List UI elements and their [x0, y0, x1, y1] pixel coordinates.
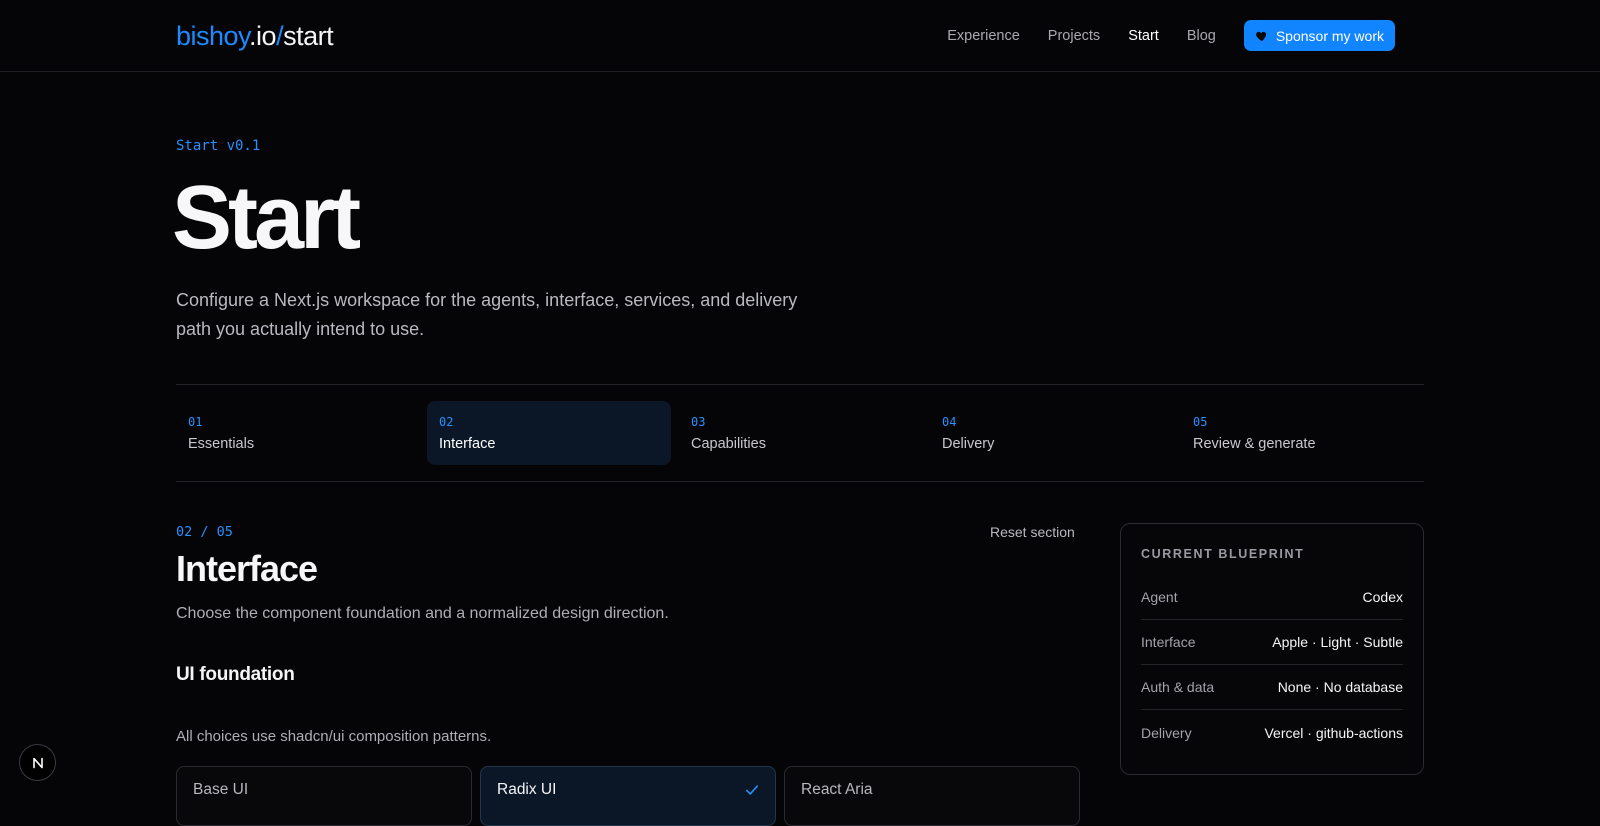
- option-label: Radix UI: [497, 781, 557, 798]
- ui-foundation-heading: UI foundation: [176, 664, 295, 685]
- nav-link-experience[interactable]: Experience: [947, 28, 1020, 44]
- step-number: 03: [691, 415, 706, 429]
- step-label: Essentials: [188, 436, 255, 452]
- nav-link-projects[interactable]: Projects: [1048, 28, 1100, 44]
- blueprint-key: Agent: [1141, 589, 1178, 605]
- logo-tld: .io: [249, 21, 277, 51]
- top-navigation-bar: bishoy.io/start Experience Projects Star…: [0, 0, 1600, 72]
- page-title: Start: [172, 168, 361, 268]
- blueprint-key: Delivery: [1141, 724, 1192, 741]
- blueprint-row-interface: Interface Apple · Light · Subtle: [1141, 620, 1403, 665]
- step-review-generate[interactable]: 05 Review & generate: [1181, 401, 1425, 465]
- blueprint-value: Codex: [1362, 589, 1403, 605]
- version-eyebrow: Start v0.1: [176, 138, 261, 154]
- nextjs-dev-badge[interactable]: [19, 744, 56, 781]
- sponsor-label: Sponsor my work: [1275, 27, 1384, 44]
- step-essentials[interactable]: 01 Essentials: [176, 401, 420, 465]
- site-logo[interactable]: bishoy.io/start: [176, 19, 334, 53]
- step-interface[interactable]: 02 Interface: [427, 401, 671, 465]
- step-label: Delivery: [942, 436, 995, 452]
- blueprint-title: CURRENT BLUEPRINT: [1141, 547, 1305, 561]
- option-base-ui[interactable]: Base UI: [176, 766, 472, 826]
- step-capabilities[interactable]: 03 Capabilities: [679, 401, 923, 465]
- blueprint-value: Vercel · github-actions: [1264, 724, 1403, 741]
- step-label: Interface: [439, 436, 496, 452]
- blueprint-value: Apple · Light · Subtle: [1272, 634, 1403, 650]
- nextjs-icon: [32, 757, 43, 768]
- section-counter: 02 / 05: [176, 524, 233, 540]
- step-number: 02: [439, 415, 454, 429]
- option-label: Base UI: [193, 781, 249, 798]
- ui-foundation-description: All choices use shadcn/ui composition pa…: [176, 728, 492, 745]
- checkmark-icon: [745, 785, 759, 795]
- step-number: 01: [188, 415, 203, 429]
- section-title: Interface: [176, 548, 318, 589]
- blueprint-value: None · No database: [1277, 679, 1403, 695]
- blueprint-row-agent: Agent Codex: [1141, 575, 1403, 620]
- current-blueprint-card: CURRENT BLUEPRINT Agent Codex Interface …: [1120, 523, 1424, 775]
- nav-link-blog[interactable]: Blog: [1187, 28, 1216, 44]
- logo-path: start: [283, 21, 334, 51]
- step-delivery[interactable]: 04 Delivery: [930, 401, 1174, 465]
- option-label: React Aria: [801, 781, 873, 798]
- section-description: Choose the component foundation and a no…: [176, 605, 669, 622]
- nav-link-start[interactable]: Start: [1128, 28, 1159, 44]
- blueprint-row-delivery: Delivery Vercel · github-actions: [1141, 710, 1403, 755]
- option-react-aria[interactable]: React Aria: [784, 766, 1080, 826]
- main-nav: Experience Projects Start Blog Sponsor m…: [947, 20, 1395, 51]
- step-label: Review & generate: [1193, 436, 1316, 452]
- heart-icon: [1255, 31, 1266, 41]
- logo-brand: bishoy: [176, 21, 250, 51]
- blueprint-rows: Agent Codex Interface Apple · Light · Su…: [1141, 575, 1403, 755]
- step-number: 05: [1193, 415, 1208, 429]
- blueprint-key: Auth & data: [1141, 679, 1215, 695]
- reset-section-button[interactable]: Reset section: [990, 524, 1075, 540]
- option-radix-ui[interactable]: Radix UI: [480, 766, 776, 826]
- step-navigator: 01 Essentials 02 Interface 03 Capabiliti…: [176, 384, 1424, 482]
- step-number: 04: [942, 415, 957, 429]
- step-label: Capabilities: [691, 436, 766, 452]
- page-description: Configure a Next.js workspace for the ag…: [176, 290, 798, 339]
- sponsor-button[interactable]: Sponsor my work: [1243, 20, 1395, 51]
- blueprint-row-auth-data: Auth & data None · No database: [1141, 665, 1403, 710]
- blueprint-key: Interface: [1141, 634, 1196, 650]
